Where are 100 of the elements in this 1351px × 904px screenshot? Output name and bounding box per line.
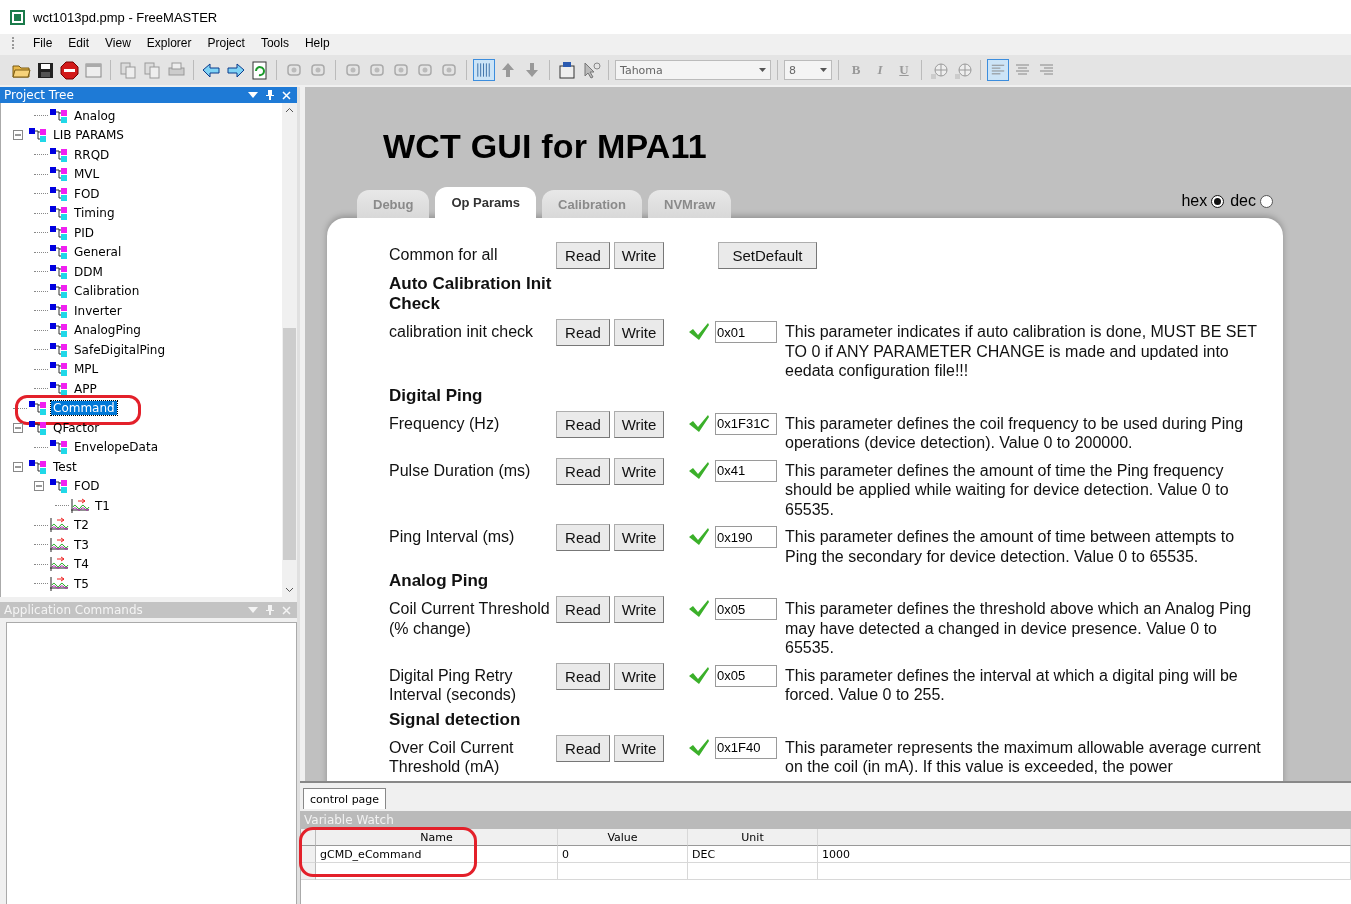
tree-node-icon [49, 361, 69, 378]
tree-item[interactable]: T5 [72, 576, 91, 591]
copy-icon[interactable] [117, 59, 139, 81]
tab[interactable]: control page [303, 788, 387, 809]
dropdown-icon[interactable] [248, 92, 258, 98]
font-combo[interactable]: Tahoma [615, 60, 771, 80]
write-button[interactable]: Write [614, 242, 664, 269]
tree-item[interactable]: Test [51, 459, 79, 474]
tree-node-icon [49, 302, 69, 319]
read-button[interactable]: Read [556, 319, 610, 346]
collapse-icon[interactable] [13, 461, 23, 472]
menu-item[interactable]: Edit [60, 36, 98, 50]
write-button[interactable]: Write [614, 596, 664, 623]
tree-item[interactable]: T1 [93, 498, 112, 513]
write-button[interactable]: Write [614, 457, 664, 485]
panel-title: Project Tree [4, 88, 74, 102]
tree-item[interactable]: QFactor [51, 420, 102, 435]
collapse-icon[interactable] [13, 422, 23, 433]
tree-item[interactable]: APP [72, 381, 99, 396]
value-field[interactable]: 0x01 [715, 321, 777, 343]
read-button[interactable]: Read [556, 662, 610, 690]
column-header[interactable]: Value [558, 829, 688, 846]
column-header[interactable]: Unit [688, 829, 818, 846]
tree-item[interactable]: FOD [72, 479, 102, 494]
value-field[interactable]: 0x1F31C [715, 412, 777, 435]
tree-item[interactable]: Calibration [72, 284, 142, 299]
value-field[interactable]: 0x190 [715, 526, 777, 548]
properties-icon[interactable] [556, 59, 578, 81]
stop-sign-icon[interactable] [58, 59, 80, 81]
menu-item[interactable]: File [25, 36, 61, 50]
radio-button[interactable]: hex [1181, 192, 1225, 210]
write-button[interactable]: Write [614, 524, 664, 551]
value-field[interactable]: 0x1F40 [715, 736, 777, 759]
row-label: Common for all [389, 245, 499, 265]
tree-item[interactable]: Command [51, 401, 117, 416]
scroll-down-icon[interactable] [285, 587, 294, 593]
parameter-label: calibration init check [389, 322, 535, 342]
caret-icon[interactable] [759, 68, 766, 72]
tree-item[interactable]: MPL [72, 362, 101, 377]
table-cell: gCMD_eCommand [316, 846, 558, 863]
value-field[interactable]: 0x05 [715, 664, 777, 687]
collapse-icon[interactable] [34, 481, 44, 492]
scrollbar[interactable] [282, 103, 297, 597]
set-default-button[interactable]: SetDefault [718, 242, 817, 269]
column-header[interactable]: Name [316, 829, 558, 846]
read-button[interactable]: Read [556, 596, 610, 623]
tree-item[interactable]: PID [72, 225, 96, 240]
tree-item[interactable]: Inverter [72, 303, 124, 318]
read-button[interactable]: Read [556, 410, 610, 438]
caret-icon[interactable] [820, 68, 827, 72]
tree-item[interactable]: General [72, 245, 124, 260]
column-header[interactable] [818, 829, 1351, 846]
write-button[interactable]: Write [614, 410, 664, 438]
tree-item[interactable]: RRQD [72, 147, 112, 162]
read-button[interactable]: Read [556, 242, 610, 269]
tree-node-icon [49, 341, 69, 358]
tab[interactable]: Op Params [435, 187, 537, 218]
tree-item[interactable]: T4 [72, 557, 91, 572]
pin-icon[interactable] [266, 90, 274, 100]
tree-item[interactable]: DDM [72, 264, 105, 279]
radio-button[interactable]: dec [1230, 192, 1273, 210]
read-button[interactable]: Read [556, 457, 610, 485]
menu-item[interactable]: Explorer [138, 36, 200, 50]
tree-node-icon [49, 166, 69, 183]
write-button[interactable]: Write [614, 662, 664, 690]
empty-cell[interactable] [818, 863, 1351, 880]
panel-title: Variable Watch [304, 813, 394, 827]
scroll-up-icon[interactable] [285, 107, 294, 113]
grid-icon[interactable] [473, 59, 495, 81]
tree-item[interactable]: SafeDigitalPing [72, 342, 168, 357]
write-button[interactable]: Write [614, 319, 664, 346]
tree-item[interactable]: T2 [72, 518, 91, 533]
write-button[interactable]: Write [614, 734, 664, 762]
tree-item[interactable]: EnvelopeData [72, 440, 160, 455]
value-field[interactable]: 0x41 [715, 459, 777, 482]
parameter-description: This parameter defines the amount of time the Ping frequency should be applied while waiting for device detection. Value 0 to 65535. [785, 460, 1230, 519]
section-heading: Analog Ping [389, 571, 490, 591]
tree-node-icon [49, 224, 69, 241]
empty-cell[interactable] [688, 863, 818, 880]
value-field[interactable]: 0x05 [715, 598, 777, 620]
align-left-icon[interactable] [987, 59, 1009, 81]
collapse-icon[interactable] [13, 130, 23, 141]
paste-icon[interactable] [141, 59, 163, 81]
tree-item[interactable]: MVL [72, 167, 102, 182]
size-combo[interactable]: 8 [784, 60, 832, 80]
tree-item[interactable]: FOD [72, 186, 102, 201]
read-button[interactable]: Read [556, 524, 610, 551]
read-button[interactable]: Read [556, 734, 610, 762]
menu-item[interactable]: Help [296, 36, 338, 50]
window-title: wct1013pd.pmp - FreeMASTER [33, 9, 218, 25]
tree-item[interactable]: LIB PARAMS [51, 128, 126, 143]
empty-cell[interactable] [558, 863, 688, 880]
tree-item[interactable]: T3 [72, 537, 91, 552]
menu-item[interactable]: Project [199, 36, 253, 50]
menu-item[interactable]: View [97, 36, 139, 50]
tree-item[interactable]: Timing [72, 206, 117, 221]
tree-item[interactable]: AnalogPing [72, 323, 143, 338]
menu-item[interactable]: Tools [252, 36, 297, 50]
tree-item[interactable]: Analog [72, 108, 118, 123]
parameter-label: Digital Ping Retry Interval (seconds) [389, 665, 518, 705]
